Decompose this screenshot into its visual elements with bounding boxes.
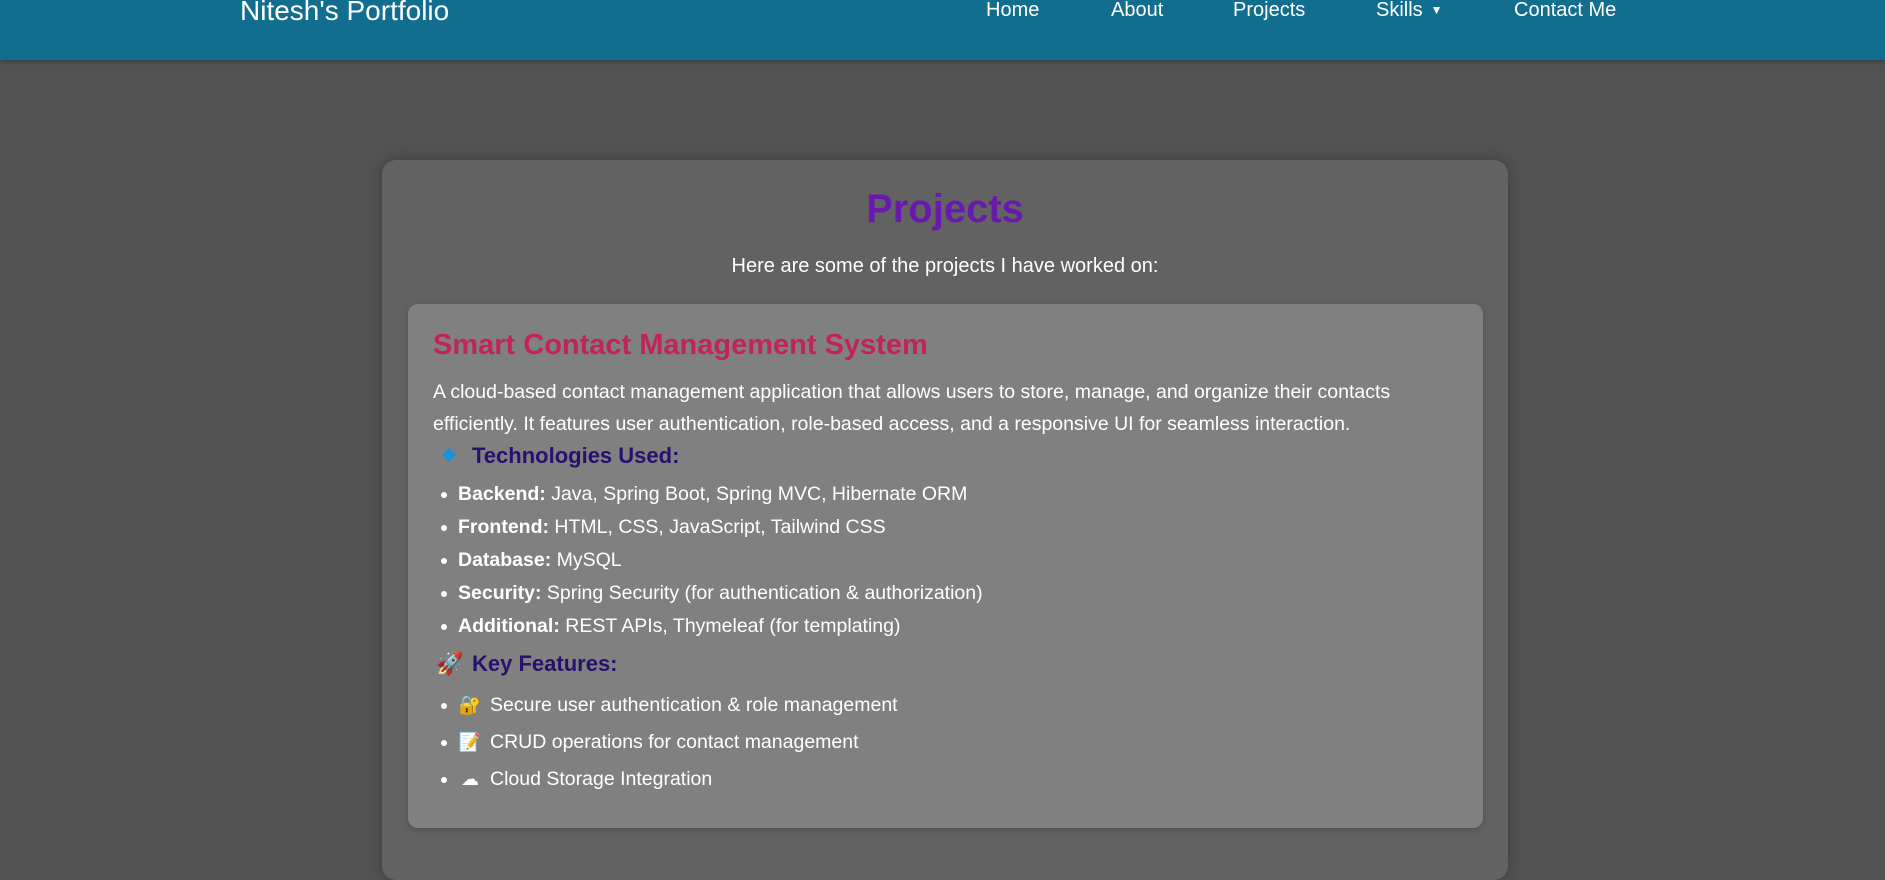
brand-title[interactable]: Nitesh's Portfolio <box>240 0 449 25</box>
rocket-icon: 🚀 <box>436 651 464 676</box>
list-item: 📝 CRUD operations for contact management <box>441 724 898 761</box>
page-subtitle: Here are some of the projects I have wor… <box>731 255 1159 277</box>
nav-link-home[interactable]: Home <box>986 0 1039 22</box>
nav-link-skills-label: Skills <box>1376 0 1423 21</box>
bullet <box>441 590 447 597</box>
bullet <box>441 524 447 531</box>
tech-label: Database: <box>458 549 552 571</box>
page-title: Projects <box>866 187 1024 231</box>
list-item: ☁ Cloud Storage Integration <box>441 761 898 798</box>
tech-value: Spring Security (for authentication & au… <box>541 582 983 604</box>
nav-link-contact[interactable]: Contact Me <box>1514 0 1616 22</box>
project-title: Smart Contact Management System <box>433 329 928 361</box>
nav-link-projects[interactable]: Projects <box>1233 0 1305 22</box>
tech-label: Additional: <box>458 615 560 637</box>
caret-down-icon: ▼ <box>1430 3 1443 17</box>
feature-text: Cloud Storage Integration <box>490 768 713 790</box>
projects-section: Projects Here are some of the projects I… <box>382 160 1508 880</box>
lock-icon: 🔐 <box>458 695 482 715</box>
technologies-heading: Technologies Used: <box>436 442 679 470</box>
list-item: Database: MySQL <box>441 544 983 577</box>
list-item: Additional: REST APIs, Thymeleaf (for te… <box>441 610 983 643</box>
bullet <box>441 623 447 630</box>
bullet <box>441 702 447 709</box>
project-card: Smart Contact Management System A cloud-… <box>408 304 1483 828</box>
bullet <box>441 557 447 564</box>
cloud-icon: ☁ <box>461 769 479 789</box>
navbar: Nitesh's Portfolio Home About Projects S… <box>0 0 1885 60</box>
nav-link-skills[interactable]: Skills ▼ <box>1376 0 1443 24</box>
tech-value: REST APIs, Thymeleaf (for templating) <box>559 615 901 637</box>
technologies-list: Backend: Java, Spring Boot, Spring MVC, … <box>441 478 983 643</box>
list-item: Security: Spring Security (for authentic… <box>441 577 983 610</box>
bullet <box>441 491 447 498</box>
features-heading: 🚀 Key Features: <box>436 650 618 678</box>
technologies-heading-label: Technologies Used: <box>472 443 680 468</box>
list-item: Frontend: HTML, CSS, JavaScript, Tailwin… <box>441 511 983 544</box>
tech-value: HTML, CSS, JavaScript, Tailwind CSS <box>548 516 886 538</box>
tech-label: Frontend: <box>458 516 549 538</box>
features-heading-label: Key Features: <box>472 651 618 676</box>
list-item: Backend: Java, Spring Boot, Spring MVC, … <box>441 478 983 511</box>
feature-text: CRUD operations for contact management <box>490 731 859 753</box>
tech-label: Backend: <box>458 483 546 505</box>
bullet <box>441 739 447 746</box>
tech-value: Java, Spring Boot, Spring MVC, Hibernate… <box>545 483 968 505</box>
feature-text: Secure user authentication & role manage… <box>490 694 898 716</box>
diamond-icon <box>436 442 462 470</box>
bullet <box>441 776 447 783</box>
list-item: 🔐 Secure user authentication & role manag… <box>441 687 898 724</box>
tech-value: MySQL <box>551 549 622 571</box>
nav-link-about[interactable]: About <box>1111 0 1163 22</box>
memo-icon: 📝 <box>458 732 482 752</box>
tech-label: Security: <box>458 582 542 604</box>
project-description: A cloud-based contact management applica… <box>433 381 1391 435</box>
features-list: 🔐 Secure user authentication & role manag… <box>441 687 898 798</box>
